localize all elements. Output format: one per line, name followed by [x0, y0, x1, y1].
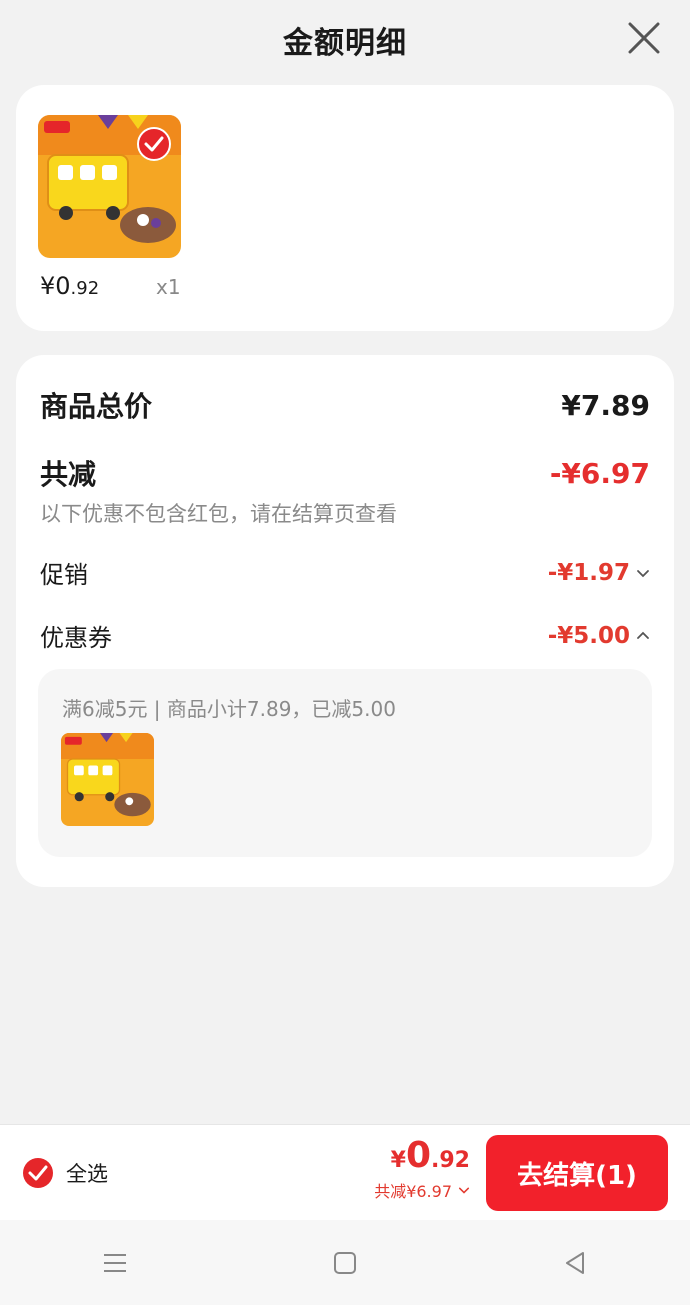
coupon-value-group[interactable]: -¥5.00 [548, 623, 650, 649]
home-icon[interactable] [331, 1249, 359, 1277]
system-navbar [0, 1220, 690, 1305]
coupon-description: 满6减5元 | 商品小计7.89，已减5.00 [62, 697, 396, 721]
total-discount-toggle[interactable]: 共减¥6.97 [374, 1178, 470, 1202]
price-decimal: .92 [70, 278, 100, 299]
promo-value: -¥1.97 [547, 559, 630, 586]
select-all-label: 全选 [66, 1162, 108, 1186]
discount-row: 共减 -¥6.97 [40, 453, 650, 493]
checkbox-checked-icon[interactable] [22, 1157, 54, 1189]
checkout-button[interactable]: 去结算(1) [486, 1135, 668, 1211]
promo-value-group[interactable]: -¥1.97 [548, 560, 650, 586]
select-all-toggle[interactable]: 全选 [22, 1157, 108, 1189]
page-title: 金额明细 [283, 26, 407, 61]
checkbox-checked-icon[interactable] [137, 127, 171, 161]
total-integer: 0 [405, 1135, 432, 1176]
currency-symbol: ¥ [390, 1148, 406, 1173]
close-icon[interactable] [626, 20, 662, 56]
promo-row[interactable]: 促销 -¥1.97 [40, 555, 650, 590]
promo-label: 促销 [40, 561, 88, 589]
coupon-row[interactable]: 优惠券 -¥5.00 [40, 618, 650, 653]
discount-label: 共减 [40, 458, 97, 491]
back-icon[interactable] [561, 1249, 589, 1277]
total-price: ¥0.92 [374, 1135, 470, 1176]
product-card: ¥0.92 x1 [16, 85, 674, 331]
total-area: ¥0.92 共减¥6.97 [374, 1135, 470, 1202]
chevron-up-icon[interactable] [636, 629, 650, 643]
total-decimal: .92 [431, 1148, 470, 1173]
discount-note: 以下优惠不包含红包，请在结算页查看 [40, 502, 397, 526]
header: 金额明细 [0, 0, 690, 80]
total-value: ¥7.89 [561, 388, 650, 422]
discount-value: -¥6.97 [549, 456, 650, 490]
price-integer: ¥0 [40, 272, 71, 300]
coupon-detail-box: 满6减5元 | 商品小计7.89，已减5.00 [38, 669, 652, 857]
coupon-product-thumbnail [61, 733, 154, 826]
price-detail-card: 商品总价 ¥7.89 共减 -¥6.97 以下优惠不包含红包，请在结算页查看 促… [16, 355, 674, 887]
total-discount-text: 共减¥6.97 [374, 1182, 452, 1201]
product-price: ¥0.92 [40, 272, 99, 300]
menu-icon[interactable] [101, 1249, 129, 1277]
total-row: 商品总价 ¥7.89 [40, 385, 650, 425]
product-image[interactable] [38, 115, 181, 258]
chevron-down-icon[interactable] [458, 1184, 470, 1196]
total-label: 商品总价 [40, 390, 153, 423]
checkout-bar: 全选 ¥0.92 共减¥6.97 去结算(1) [0, 1124, 690, 1220]
coupon-value: -¥5.00 [547, 622, 630, 649]
product-quantity: x1 [156, 275, 181, 299]
chevron-down-icon[interactable] [636, 566, 650, 580]
coupon-label: 优惠券 [40, 624, 112, 652]
